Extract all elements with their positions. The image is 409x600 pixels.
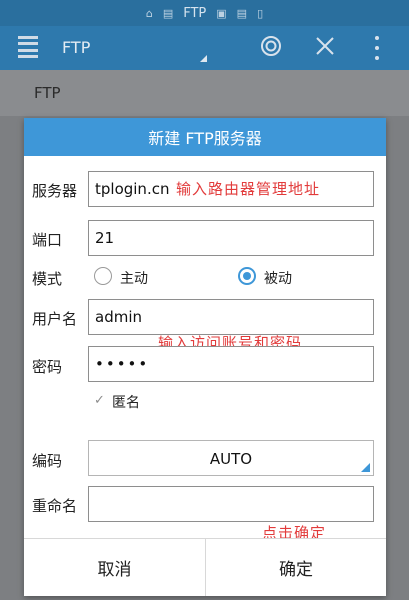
password-value: ••••• xyxy=(95,355,150,373)
username-input[interactable]: admin xyxy=(88,299,374,335)
mode-passive-radio[interactable] xyxy=(238,267,256,285)
mode-label: 模式 xyxy=(32,270,63,288)
username-value: admin xyxy=(95,308,142,326)
more-vert-icon[interactable] xyxy=(374,36,380,60)
port-value: 21 xyxy=(95,229,115,247)
rename-label: 重命名 xyxy=(32,497,78,515)
cancel-button[interactable]: 取消 xyxy=(24,539,205,596)
ok-button[interactable]: 确定 xyxy=(206,539,386,596)
port-label: 端口 xyxy=(32,231,63,249)
image-icon: ▣ xyxy=(216,6,227,20)
anonymous-label[interactable]: 匿名 xyxy=(112,392,140,412)
dropdown-corner-icon[interactable] xyxy=(200,55,207,62)
username-label: 用户名 xyxy=(32,310,78,328)
path-bar: FTP xyxy=(0,70,409,116)
rename-input[interactable] xyxy=(88,486,374,522)
app-title: FTP xyxy=(62,38,91,57)
encoding-label: 编码 xyxy=(32,452,63,470)
status-title: FTP xyxy=(183,5,207,21)
menu-icon[interactable] xyxy=(18,36,38,58)
encoding-value: AUTO xyxy=(209,450,253,468)
document-icon: ▯ xyxy=(257,6,264,20)
mode-active-label[interactable]: 主动 xyxy=(120,268,148,288)
folder-icon: ▤ xyxy=(236,6,248,20)
dropdown-corner-icon xyxy=(361,463,370,472)
password-label: 密码 xyxy=(32,358,63,376)
server-label: 服务器 xyxy=(32,182,78,200)
mode-active-radio[interactable] xyxy=(94,267,112,285)
mode-passive-label[interactable]: 被动 xyxy=(264,268,292,288)
dialog-title: 新建 FTP服务器 xyxy=(24,118,386,156)
path-text[interactable]: FTP xyxy=(34,84,61,102)
home-icon: ⌂ xyxy=(145,6,153,20)
anonymous-checkbox[interactable]: ✓ xyxy=(94,394,108,408)
status-bar: ⌂ ▤ FTP ▣ ▤ ▯ xyxy=(0,0,409,26)
folder-icon: ▤ xyxy=(162,6,174,20)
server-annotation: 输入路由器管理地址 xyxy=(176,180,321,198)
password-input[interactable]: ••••• xyxy=(88,346,374,382)
server-value: tplogin.cn xyxy=(95,180,170,198)
new-ftp-server-dialog: 新建 FTP服务器 服务器 tplogin.cn 输入路由器管理地址 端口 21… xyxy=(24,118,386,596)
encoding-select[interactable]: AUTO xyxy=(88,440,374,476)
close-icon[interactable] xyxy=(314,35,336,57)
app-bar: FTP xyxy=(0,26,409,70)
check-circle-icon[interactable] xyxy=(260,35,282,57)
port-input[interactable]: 21 xyxy=(88,220,374,256)
